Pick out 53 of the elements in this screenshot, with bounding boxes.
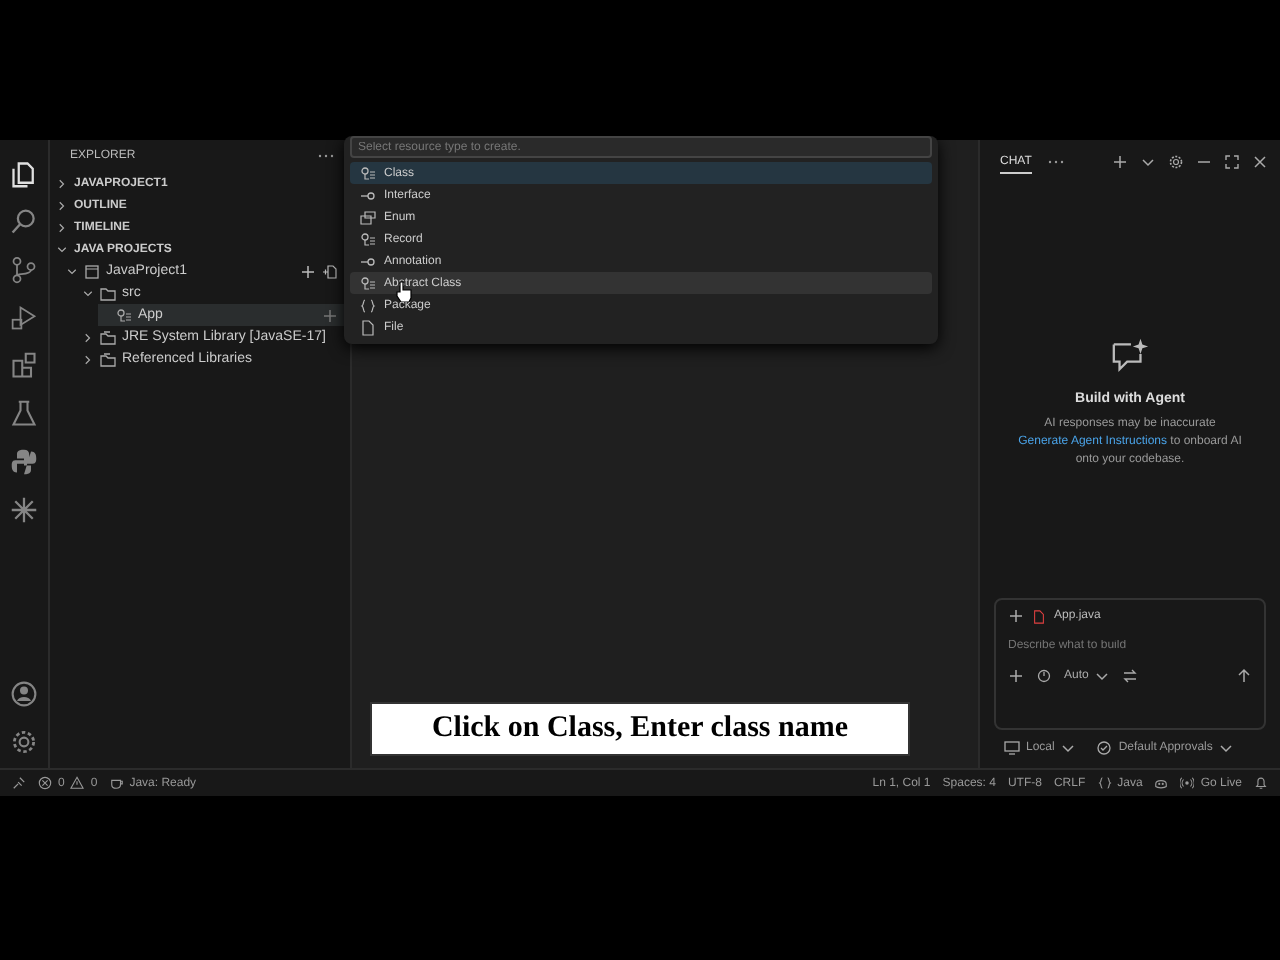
- maximize-icon[interactable]: [1224, 154, 1240, 170]
- search-icon[interactable]: [10, 208, 38, 236]
- files-icon[interactable]: [10, 160, 38, 188]
- copilot-icon[interactable]: [1154, 776, 1169, 790]
- settings-icon[interactable]: [10, 728, 38, 756]
- error-icon: [38, 776, 52, 790]
- caret-icon[interactable]: [1140, 154, 1156, 170]
- class-icon: [360, 275, 376, 291]
- file-icon: [360, 319, 376, 335]
- cup-icon: [109, 776, 124, 790]
- swap-icon[interactable]: [1122, 668, 1139, 684]
- flask-icon[interactable]: [10, 400, 38, 428]
- warning-icon: [70, 776, 85, 790]
- add-icon[interactable]: [1008, 668, 1024, 684]
- add-icon[interactable]: [322, 307, 338, 323]
- chat-sparkle-icon: [1110, 334, 1150, 374]
- class-icon: [116, 307, 132, 323]
- braces-icon: [1097, 776, 1112, 790]
- send-icon[interactable]: [1236, 668, 1252, 684]
- caption-text: Click on Class, Enter class name: [370, 702, 910, 756]
- library-icon: [100, 351, 116, 367]
- blocks-icon[interactable]: [10, 352, 38, 380]
- broadcast-icon: [1180, 776, 1195, 790]
- check-circle-icon: [1096, 740, 1113, 756]
- account-icon[interactable]: [10, 680, 38, 708]
- braces-icon: [360, 297, 376, 313]
- enum-icon: [360, 209, 376, 225]
- new-chat-icon[interactable]: [1112, 154, 1128, 170]
- python-icon[interactable]: [10, 448, 38, 476]
- java-file-icon: [1032, 609, 1046, 623]
- new-file-icon[interactable]: [322, 263, 338, 279]
- class-icon: [360, 231, 376, 247]
- add-icon[interactable]: [1008, 608, 1024, 624]
- settings-icon[interactable]: [1168, 154, 1184, 170]
- play-bug-icon[interactable]: [10, 304, 38, 332]
- caret-icon: [1060, 740, 1077, 756]
- more-icon[interactable]: [318, 152, 334, 160]
- bell-icon[interactable]: [1254, 776, 1268, 790]
- remote-icon[interactable]: [12, 776, 26, 790]
- branch-icon[interactable]: [10, 256, 38, 284]
- tools-icon[interactable]: [1036, 668, 1052, 684]
- class-icon: [360, 165, 376, 181]
- monitor-icon: [1004, 740, 1020, 756]
- folder-icon: [100, 285, 116, 301]
- add-icon[interactable]: [300, 263, 316, 279]
- caret-icon: [1094, 668, 1111, 684]
- library-icon: [100, 329, 116, 345]
- star-icon[interactable]: [10, 496, 38, 524]
- caret-icon: [1218, 740, 1235, 756]
- interface-icon: [360, 253, 376, 269]
- interface-icon: [360, 187, 376, 203]
- close-icon[interactable]: [1252, 154, 1268, 170]
- project-icon: [84, 263, 100, 279]
